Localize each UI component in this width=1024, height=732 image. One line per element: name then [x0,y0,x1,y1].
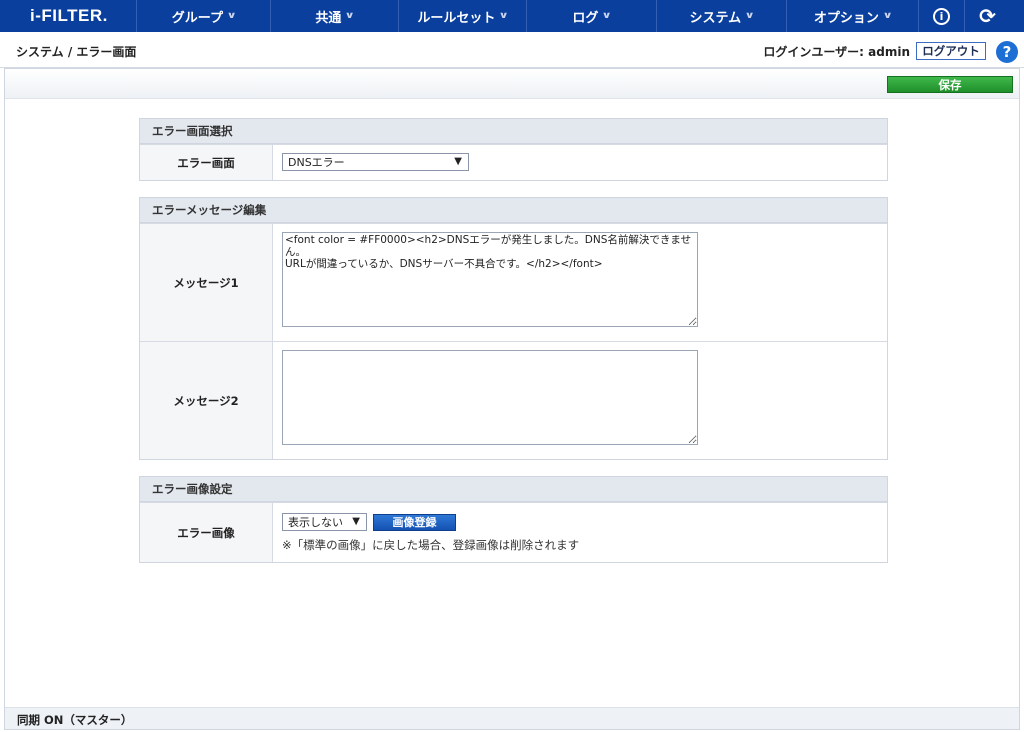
nav-item-label: オプション [813,10,879,26]
nav-item-system[interactable]: システム ∨ [656,0,786,32]
error-image-settings-panel: エラー画像設定 エラー画像 表示しない ▼ 画像登録 ※「標準の画像」に戻した場… [139,476,888,563]
nav-item-label: ログ [572,10,599,26]
row-label: メッセージ1 [140,224,273,341]
nav-item-label: グループ [171,10,223,26]
info-button[interactable]: i [918,0,964,32]
message1-row: メッセージ1 [140,223,887,341]
login-user-label: ログインユーザー: admin [763,45,910,59]
sub-header: システム / エラー画面 ログインユーザー: admin ログアウト ? [0,32,1024,68]
chevron-down-icon: ∨ [744,11,755,21]
nav-item-group[interactable]: グループ ∨ [136,0,270,32]
top-nav-bar: i-FILTER. グループ ∨ 共通 ∨ ルールセット ∨ ログ ∨ システム… [0,0,1024,32]
panel-title: エラーメッセージ編集 [140,198,887,223]
row-label: エラー画面 [140,145,273,180]
nav-item-label: システム [689,10,742,26]
refresh-button[interactable]: ⟳ [964,0,1010,32]
error-screen-select-panel: エラー画面選択 エラー画面 DNSエラー ▼ [139,118,888,181]
error-image-row: エラー画像 表示しない ▼ 画像登録 ※「標準の画像」に戻した場合、登録画像は削… [140,502,887,562]
register-image-button[interactable]: 画像登録 [373,513,456,531]
image-note: ※「標準の画像」に戻した場合、登録画像は削除されます [282,538,580,552]
nav-item-option[interactable]: オプション ∨ [786,0,918,32]
app-logo[interactable]: i-FILTER. [0,0,136,32]
help-icon[interactable]: ? [996,41,1018,63]
panel-title: エラー画面選択 [140,119,887,144]
dropdown-arrow-icon: ▼ [352,516,360,527]
nav-item-label: ルールセット [417,10,496,26]
panel-title: エラー画像設定 [140,477,887,502]
error-message-edit-panel: エラーメッセージ編集 メッセージ1 メッセージ2 [139,197,888,460]
refresh-icon: ⟳ [979,4,996,28]
error-image-select[interactable]: 表示しない ▼ [282,513,367,531]
message2-row: メッセージ2 [140,341,887,459]
error-screen-select[interactable]: DNSエラー ▼ [282,153,469,171]
row-label: エラー画像 [140,503,273,562]
nav-item-common[interactable]: 共通 ∨ [270,0,398,32]
dropdown-arrow-icon: ▼ [454,156,462,167]
breadcrumb: システム / エラー画面 [16,45,137,59]
chevron-down-icon: ∨ [601,11,613,21]
footer-bar: 同期 ON（マスター） [5,707,1019,729]
nav-item-log[interactable]: ログ ∨ [526,0,656,32]
row-label: メッセージ2 [140,342,273,459]
select-value: 表示しない [288,516,343,529]
content-frame: 保存 エラー画面選択 エラー画面 DNSエラー ▼ エラーメッセージ編集 メッセ… [4,68,1020,730]
info-icon: i [933,7,950,25]
nav-item-ruleset[interactable]: ルールセット ∨ [398,0,526,32]
sync-status: 同期 ON（マスター） [17,713,133,727]
error-screen-row: エラー画面 DNSエラー ▼ [140,144,887,180]
save-button[interactable]: 保存 [887,76,1013,93]
message2-textarea[interactable] [282,350,698,445]
select-value: DNSエラー [288,156,345,169]
nav-item-label: 共通 [315,10,342,26]
chevron-down-icon: ∨ [498,11,510,21]
chevron-down-icon: ∨ [882,11,893,21]
toolbar: 保存 [5,69,1019,99]
message1-textarea[interactable] [282,232,698,327]
logout-button[interactable]: ログアウト [916,42,986,60]
chevron-down-icon: ∨ [226,11,237,21]
chevron-down-icon: ∨ [344,11,356,21]
